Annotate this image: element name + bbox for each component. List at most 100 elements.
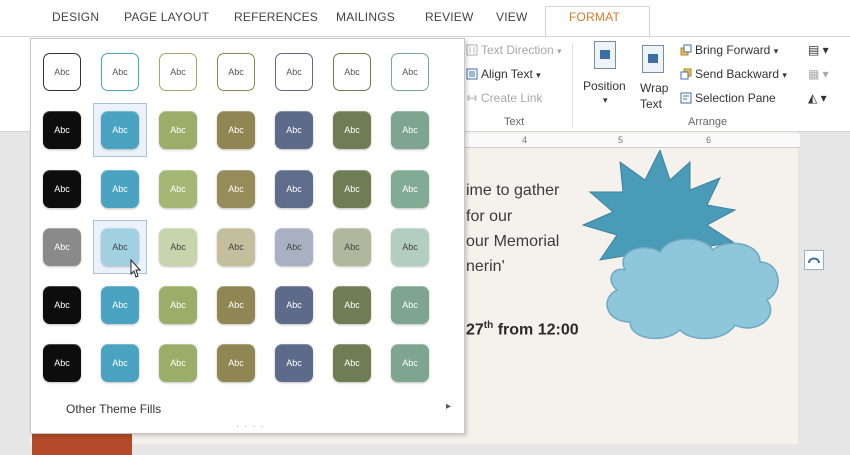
create-link-button[interactable]: Create Link <box>466 91 542 105</box>
send-backward-label: Send Backward <box>695 67 780 81</box>
shape-style-swatch[interactable]: Abc <box>159 286 197 324</box>
cloud-shape[interactable] <box>606 238 779 340</box>
tab-page-layout[interactable]: PAGE LAYOUT <box>124 10 209 24</box>
shape-style-swatch[interactable]: Abc <box>333 53 371 91</box>
tab-design[interactable]: DESIGN <box>52 10 99 24</box>
align-text-label: Align Text <box>481 67 533 81</box>
shape-style-swatch[interactable]: Abc <box>101 111 139 149</box>
shape-style-swatch[interactable]: Abc <box>217 111 255 149</box>
bring-forward-button[interactable]: Bring Forward ▾ <box>680 43 778 57</box>
shape-style-swatch[interactable]: Abc <box>275 111 313 149</box>
ruler-tick: 4 <box>522 135 528 145</box>
shape-style-swatch[interactable]: Abc <box>43 170 81 208</box>
shape-style-swatch[interactable]: Abc <box>217 53 255 91</box>
shapes-canvas <box>581 150 779 340</box>
shape-style-swatch[interactable]: Abc <box>275 170 313 208</box>
ribbon-separator <box>572 43 573 127</box>
shape-style-swatch[interactable]: Abc <box>333 228 371 266</box>
shape-style-swatch[interactable]: Abc <box>159 53 197 91</box>
selection-pane-icon <box>680 92 692 104</box>
ruler-tick: 6 <box>706 135 712 145</box>
position-dropdown-icon: ▾ <box>603 95 608 105</box>
shape-style-swatch[interactable]: Abc <box>43 111 81 149</box>
shape-style-swatch[interactable]: Abc <box>275 53 313 91</box>
shape-style-swatch[interactable]: Abc <box>159 344 197 382</box>
selection-pane-label: Selection Pane <box>695 91 776 105</box>
text-direction-label: Text Direction <box>481 43 554 57</box>
tab-view[interactable]: VIEW <box>496 10 527 24</box>
layout-options-button[interactable] <box>804 250 824 270</box>
shape-style-swatch[interactable]: Abc <box>43 228 81 266</box>
ruler-tick: 5 <box>618 135 624 145</box>
shape-style-swatch[interactable]: Abc <box>333 111 371 149</box>
page-image-fragment <box>32 432 132 455</box>
position-label: Position <box>583 79 626 93</box>
other-theme-fills-label: Other Theme Fills <box>66 402 162 416</box>
text-group-label: Text <box>504 116 525 128</box>
align-icon[interactable]: ▤ ▾ <box>808 43 829 57</box>
resize-grip-icon[interactable]: · · · · <box>236 421 265 432</box>
tab-mailings[interactable]: MAILINGS <box>336 10 395 24</box>
doc-line: our Memorial <box>466 233 560 250</box>
shape-style-swatch[interactable]: Abc <box>217 286 255 324</box>
send-backward-icon <box>680 68 692 80</box>
shape-style-swatch[interactable]: Abc <box>101 53 139 91</box>
other-theme-fills-item[interactable]: Other Theme Fills ▸ <box>31 399 464 419</box>
shape-style-swatch[interactable]: Abc <box>159 228 197 266</box>
arrange-group-label: Arrange <box>688 116 728 128</box>
shape-style-swatch[interactable]: Abc <box>275 228 313 266</box>
shape-style-swatch[interactable]: Abc <box>391 53 429 91</box>
shape-style-swatch[interactable]: Abc <box>333 170 371 208</box>
doc-line: nerin' <box>466 258 505 275</box>
layout-options-icon <box>808 257 820 264</box>
shape-style-swatch[interactable]: Abc <box>159 111 197 149</box>
doc-line: for our <box>466 208 513 225</box>
shape-style-swatch[interactable]: Abc <box>43 286 81 324</box>
tab-format[interactable]: FORMAT <box>569 10 620 24</box>
selection-pane-button[interactable]: Selection Pane <box>680 91 776 105</box>
shape-style-swatch[interactable]: Abc <box>333 344 371 382</box>
shape-style-swatch[interactable]: Abc <box>159 170 197 208</box>
shape-style-swatch[interactable]: Abc <box>101 170 139 208</box>
shape-style-swatch[interactable]: Abc <box>275 286 313 324</box>
shape-style-swatch[interactable]: Abc <box>391 286 429 324</box>
doc-line: ime to gather <box>466 182 560 199</box>
shape-style-swatch[interactable]: Abc <box>43 344 81 382</box>
align-text-icon <box>466 68 478 80</box>
tab-references[interactable]: REFERENCES <box>234 10 318 24</box>
wrap-text-icon <box>642 45 664 73</box>
mouse-cursor-icon <box>130 258 142 278</box>
position-icon <box>594 41 616 69</box>
shape-style-swatch[interactable]: Abc <box>217 170 255 208</box>
wrap-text-label-2: Text <box>640 97 663 111</box>
shape-style-swatch[interactable]: Abc <box>101 344 139 382</box>
doc-bold-line: 27th from 12:00 <box>466 320 579 339</box>
shape-style-swatch[interactable]: Abc <box>101 286 139 324</box>
create-link-label: Create Link <box>481 91 543 105</box>
shape-style-swatch[interactable]: Abc <box>391 170 429 208</box>
send-backward-button[interactable]: Send Backward ▾ <box>680 67 787 81</box>
shape-style-swatch[interactable]: Abc <box>391 111 429 149</box>
shape-style-swatch[interactable]: Abc <box>391 344 429 382</box>
shape-style-swatch[interactable]: Abc <box>275 344 313 382</box>
doc-bold-suffix: from 12:00 <box>493 321 579 339</box>
text-direction-button[interactable]: Text Direction ▾ <box>466 43 562 57</box>
bring-forward-label: Bring Forward <box>695 43 771 57</box>
group-icon[interactable]: ▦ ▾ <box>808 67 829 81</box>
ribbon-tabs: DESIGN PAGE LAYOUT REFERENCES MAILINGS R… <box>0 0 850 37</box>
bring-forward-icon <box>680 44 692 56</box>
horizontal-ruler: 4 5 6 <box>440 134 800 148</box>
shape-style-swatch[interactable]: Abc <box>217 344 255 382</box>
text-direction-icon <box>466 44 478 56</box>
shape-style-swatch[interactable]: Abc <box>217 228 255 266</box>
shape-style-swatch[interactable]: Abc <box>391 228 429 266</box>
shape-style-swatch[interactable]: Abc <box>43 53 81 91</box>
rotate-icon[interactable]: ◭ ▾ <box>808 91 827 105</box>
link-icon <box>467 95 477 101</box>
shape-style-swatch[interactable]: Abc <box>333 286 371 324</box>
align-text-button[interactable]: Align Text ▾ <box>466 67 541 81</box>
tab-review[interactable]: REVIEW <box>425 10 474 24</box>
doc-bold-prefix: 27 <box>466 321 484 339</box>
doc-bold-superscript: th <box>483 320 494 331</box>
submenu-arrow-icon: ▸ <box>446 401 452 412</box>
